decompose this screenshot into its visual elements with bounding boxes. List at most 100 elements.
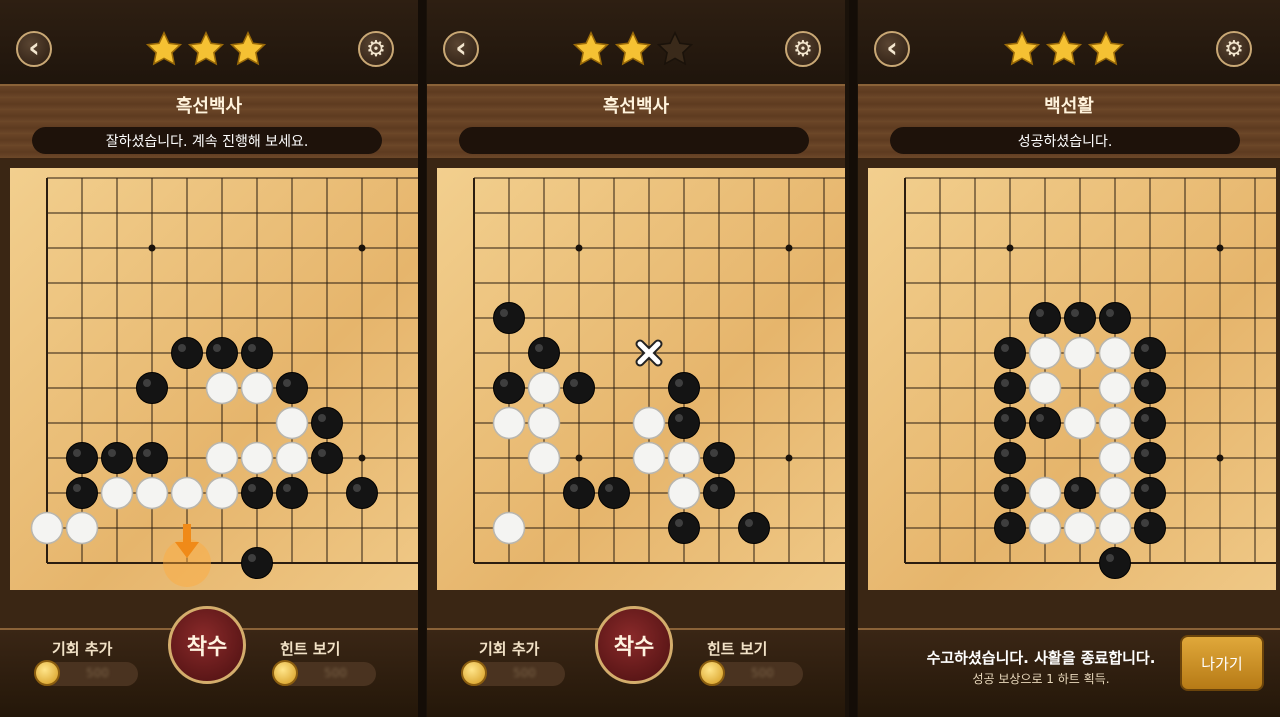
white-stone	[1098, 371, 1132, 405]
top-bar: ‹ ⚙	[0, 0, 418, 84]
black-stone	[1134, 512, 1166, 544]
white-stone	[135, 476, 169, 510]
black-stone	[994, 337, 1026, 369]
white-stone	[1098, 511, 1132, 545]
problem-title: 백선활	[1044, 96, 1094, 117]
star-filled-icon	[1003, 30, 1041, 66]
white-stone	[205, 441, 239, 475]
title-plank: 백선활 성공하셨습니다.	[858, 84, 1280, 160]
star-rating	[572, 30, 694, 70]
black-stone	[528, 337, 560, 369]
black-stone	[738, 512, 770, 544]
hint-cost: 500	[324, 666, 347, 680]
hint-label: 힌트 보기	[280, 640, 341, 658]
black-stone	[668, 372, 700, 404]
white-stone	[527, 441, 561, 475]
panel-divider	[849, 0, 857, 717]
end-message: 수고하셨습니다. 사활을 종료합니다.	[926, 649, 1156, 667]
white-stone	[205, 476, 239, 510]
white-stone	[275, 406, 309, 440]
black-stone	[703, 442, 735, 474]
black-stone	[1134, 442, 1166, 474]
hint-label: 힌트 보기	[707, 640, 768, 658]
white-stone	[240, 371, 274, 405]
go-board[interactable]	[868, 168, 1276, 590]
white-stone	[65, 511, 99, 545]
status-message	[459, 127, 809, 154]
black-stone	[994, 442, 1026, 474]
coin-icon	[699, 660, 725, 686]
white-stone	[492, 511, 526, 545]
top-bar: ‹ ⚙	[858, 0, 1280, 84]
add-chance-cost: 500	[513, 666, 536, 680]
title-plank: 흑선백사	[427, 84, 845, 160]
board-grid[interactable]	[10, 168, 418, 590]
black-stone	[136, 442, 168, 474]
star-point	[358, 454, 366, 462]
x-mark-icon	[635, 339, 663, 367]
white-stone	[667, 476, 701, 510]
bottom-bar: 기회 추가 500 착수 힌트 보기 500	[427, 606, 845, 717]
back-button[interactable]: ‹	[443, 31, 479, 67]
move-button[interactable]: 착수	[168, 606, 246, 684]
settings-button[interactable]: ⚙	[358, 31, 394, 67]
board-grid[interactable]	[437, 168, 845, 590]
black-stone	[241, 547, 273, 579]
black-stone	[311, 407, 343, 439]
star-point	[1216, 454, 1224, 462]
problem-title: 흑선백사	[602, 96, 670, 117]
problem-title: 흑선백사	[175, 96, 243, 117]
board-area	[427, 160, 845, 628]
black-stone	[563, 372, 595, 404]
black-stone	[66, 477, 98, 509]
hint-cost: 500	[751, 666, 774, 680]
top-bar: ‹ ⚙	[427, 0, 845, 84]
black-stone	[994, 477, 1026, 509]
star-filled-icon	[229, 30, 267, 66]
black-stone	[994, 372, 1026, 404]
star-filled-icon	[145, 30, 183, 66]
bottom-bar: 수고하셨습니다. 사활을 종료합니다. 성공 보상으로 1 하트 획득. 나가기	[858, 628, 1280, 717]
exit-button[interactable]: 나가기	[1180, 635, 1264, 691]
game-panel: ‹ ⚙ 흑선백사 잘하셨습니다. 계속 진행해 보세요. 기회 추가 500 착수 힌트 보기…	[0, 0, 418, 717]
white-stone	[527, 371, 561, 405]
black-stone	[1134, 477, 1166, 509]
black-stone	[1029, 302, 1061, 334]
back-button[interactable]: ‹	[16, 31, 52, 67]
board-grid[interactable]	[868, 168, 1276, 590]
game-panel: ‹ ⚙ 백선활 성공하셨습니다. 수고하셨습니다. 사활을 종료합니다. 성공 보상으로 …	[858, 0, 1280, 717]
gear-icon: ⚙	[793, 36, 813, 62]
black-stone	[1099, 547, 1131, 579]
add-chance-label: 기회 추가	[52, 640, 113, 658]
black-stone	[171, 337, 203, 369]
gear-icon: ⚙	[366, 36, 386, 62]
black-stone	[346, 477, 378, 509]
go-board[interactable]	[10, 168, 418, 590]
move-button[interactable]: 착수	[595, 606, 673, 684]
white-stone	[240, 441, 274, 475]
black-stone	[1134, 407, 1166, 439]
star-filled-icon	[572, 30, 610, 66]
black-stone	[66, 442, 98, 474]
star-point	[1006, 244, 1014, 252]
star-rating	[145, 30, 267, 70]
settings-button[interactable]: ⚙	[785, 31, 821, 67]
star-point	[575, 244, 583, 252]
black-stone	[703, 477, 735, 509]
settings-button[interactable]: ⚙	[1216, 31, 1252, 67]
go-board[interactable]	[437, 168, 845, 590]
board-area	[858, 160, 1280, 628]
white-stone	[1098, 336, 1132, 370]
black-stone	[1134, 337, 1166, 369]
black-stone	[493, 372, 525, 404]
black-stone	[668, 512, 700, 544]
white-stone	[492, 406, 526, 440]
white-stone	[1028, 476, 1062, 510]
back-button[interactable]: ‹	[874, 31, 910, 67]
white-stone	[275, 441, 309, 475]
white-stone	[170, 476, 204, 510]
coin-icon	[461, 660, 487, 686]
black-stone	[101, 442, 133, 474]
gear-icon: ⚙	[1224, 36, 1244, 62]
white-stone	[1028, 336, 1062, 370]
